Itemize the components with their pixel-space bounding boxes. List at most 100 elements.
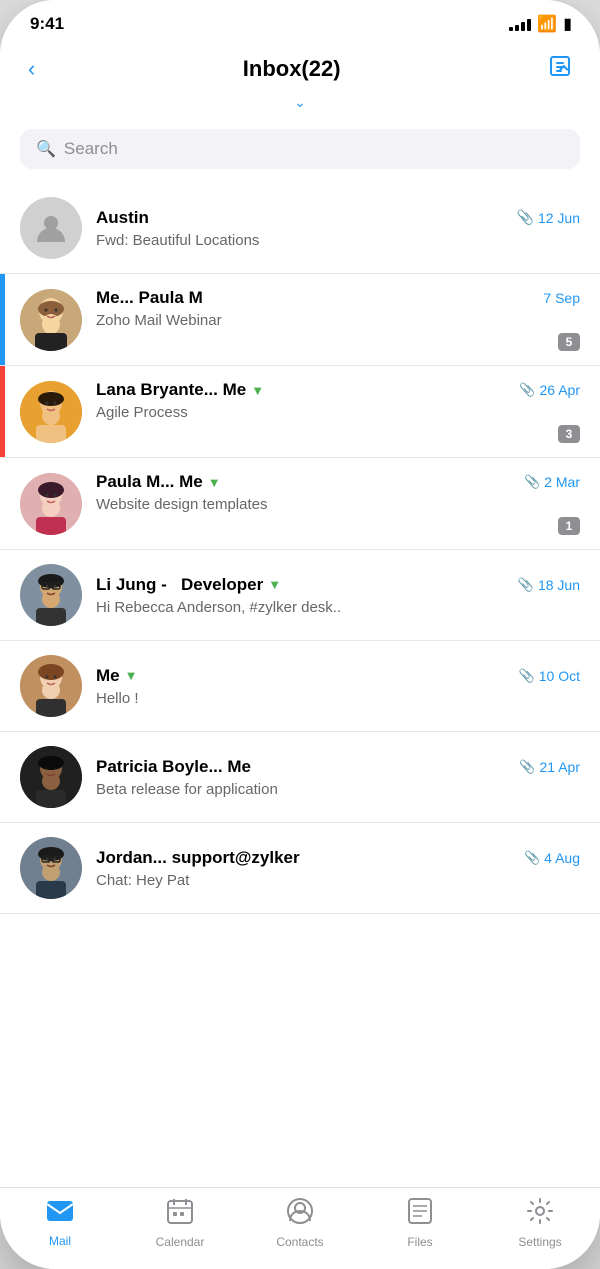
paperclip-icon: 📎	[519, 759, 535, 775]
avatar	[20, 564, 82, 626]
email-subject: Zoho Mail Webinar	[96, 312, 580, 329]
email-sender: Jordan... support@zylker	[96, 848, 300, 868]
avatar	[20, 197, 82, 259]
nav-item-files[interactable]: Files	[360, 1198, 480, 1249]
message-count-badge: 5	[558, 333, 580, 351]
email-top: Patricia Boyle... Me 📎 21 Apr	[96, 757, 580, 777]
paperclip-icon: 📎	[518, 577, 534, 593]
email-content: Paula M... Me ▼ 📎 2 Mar Website design t…	[96, 472, 580, 535]
status-bar: 9:41 📶 ▮	[0, 0, 600, 42]
email-top: Jordan... support@zylker 📎 4 Aug	[96, 848, 580, 868]
email-subject: Hello !	[96, 690, 580, 707]
paperclip-icon: 📎	[519, 382, 535, 398]
header-chevron[interactable]: ⌄	[0, 92, 600, 119]
email-content: Me... Paula M 7 Sep Zoho Mail Webinar 5	[96, 288, 580, 351]
calendar-icon	[167, 1198, 193, 1231]
flag-icon: ▼	[268, 577, 281, 592]
nav-item-mail[interactable]: Mail	[0, 1199, 120, 1248]
email-list: Austin 📎 12 Jun Fwd: Beautiful Locations	[0, 183, 600, 1187]
nav-label-contacts: Contacts	[276, 1235, 323, 1249]
list-item[interactable]: Austin 📎 12 Jun Fwd: Beautiful Locations	[0, 183, 600, 274]
email-date: 📎 26 Apr	[519, 382, 580, 398]
message-count-badge: 3	[558, 425, 580, 443]
list-item[interactable]: Patricia Boyle... Me 📎 21 Apr Beta relea…	[0, 732, 600, 823]
email-sender: Patricia Boyle... Me	[96, 757, 251, 777]
compose-button[interactable]	[544, 50, 576, 88]
settings-icon	[527, 1198, 553, 1231]
nav-label-files: Files	[407, 1235, 432, 1249]
email-sender: Li Jung - Developer ▼	[96, 575, 281, 595]
email-content: Austin 📎 12 Jun Fwd: Beautiful Locations	[96, 208, 580, 249]
email-date: 7 Sep	[543, 290, 580, 306]
email-date: 📎 10 Oct	[519, 668, 580, 684]
unread-indicator	[0, 366, 5, 457]
search-bar[interactable]: 🔍 Search	[20, 129, 580, 169]
paperclip-icon: 📎	[524, 474, 540, 490]
email-sender: Paula M... Me ▼	[96, 472, 221, 492]
phone-frame: 9:41 📶 ▮ ‹ Inbox(22) ⌄	[0, 0, 600, 1269]
chevron-down-icon: ⌄	[294, 94, 306, 111]
battery-icon: ▮	[563, 14, 570, 34]
paperclip-icon: 📎	[517, 209, 534, 226]
email-sender: Lana Bryante... Me ▼	[96, 380, 264, 400]
list-item[interactable]: Paula M... Me ▼ 📎 2 Mar Website design t…	[0, 458, 600, 550]
avatar	[20, 837, 82, 899]
email-date: 📎 12 Jun	[517, 209, 580, 226]
list-item[interactable]: Me... Paula M 7 Sep Zoho Mail Webinar 5	[0, 274, 600, 366]
nav-label-mail: Mail	[49, 1234, 71, 1248]
email-subject: Agile Process	[96, 404, 580, 421]
email-subject: Chat: Hey Pat	[96, 872, 580, 889]
header: ‹ Inbox(22)	[0, 42, 600, 92]
email-subject: Hi Rebecca Anderson, #zylker desk..	[96, 599, 580, 616]
paperclip-icon: 📎	[519, 668, 535, 684]
avatar	[20, 289, 82, 351]
bottom-nav: Mail Calendar	[0, 1187, 600, 1269]
email-subject: Beta release for application	[96, 781, 580, 798]
flag-icon: ▼	[125, 668, 138, 683]
email-date: 📎 21 Apr	[519, 759, 580, 775]
email-content: Me ▼ 📎 10 Oct Hello !	[96, 666, 580, 707]
message-count-badge: 1	[558, 517, 580, 535]
email-sender: Austin	[96, 208, 149, 228]
nav-label-calendar: Calendar	[156, 1235, 205, 1249]
avatar	[20, 655, 82, 717]
nav-item-settings[interactable]: Settings	[480, 1198, 600, 1249]
email-subject: Website design templates	[96, 496, 580, 513]
avatar	[20, 473, 82, 535]
avatar	[20, 381, 82, 443]
email-bottom: 1	[96, 517, 580, 535]
nav-item-contacts[interactable]: Contacts	[240, 1198, 360, 1249]
email-date: 📎 18 Jun	[518, 577, 580, 593]
email-content: Li Jung - Developer ▼ 📎 18 Jun Hi Rebecc…	[96, 575, 580, 616]
unread-indicator	[0, 274, 5, 365]
search-input[interactable]: Search	[64, 139, 118, 159]
email-top: Li Jung - Developer ▼ 📎 18 Jun	[96, 575, 580, 595]
search-container: 🔍 Search	[0, 119, 600, 183]
email-content: Jordan... support@zylker 📎 4 Aug Chat: H…	[96, 848, 580, 889]
email-date: 📎 4 Aug	[524, 850, 580, 866]
email-top: Paula M... Me ▼ 📎 2 Mar	[96, 472, 580, 492]
email-subject: Fwd: Beautiful Locations	[96, 232, 580, 249]
list-item[interactable]: Lana Bryante... Me ▼ 📎 26 Apr Agile Proc…	[0, 366, 600, 458]
list-item[interactable]: Li Jung - Developer ▼ 📎 18 Jun Hi Rebecc…	[0, 550, 600, 641]
back-button[interactable]: ‹	[24, 52, 39, 86]
flag-icon: ▼	[251, 383, 264, 398]
nav-item-calendar[interactable]: Calendar	[120, 1198, 240, 1249]
list-item[interactable]: Me ▼ 📎 10 Oct Hello !	[0, 641, 600, 732]
avatar	[20, 746, 82, 808]
email-content: Patricia Boyle... Me 📎 21 Apr Beta relea…	[96, 757, 580, 798]
email-content: Lana Bryante... Me ▼ 📎 26 Apr Agile Proc…	[96, 380, 580, 443]
nav-label-settings: Settings	[518, 1235, 561, 1249]
mail-icon	[46, 1199, 74, 1230]
status-icons: 📶 ▮	[509, 14, 570, 34]
email-top: Me... Paula M 7 Sep	[96, 288, 580, 308]
list-item[interactable]: Jordan... support@zylker 📎 4 Aug Chat: H…	[0, 823, 600, 914]
email-top: Austin 📎 12 Jun	[96, 208, 580, 228]
email-sender: Me ▼	[96, 666, 138, 686]
files-icon	[408, 1198, 432, 1231]
flag-icon: ▼	[208, 475, 221, 490]
inbox-title: Inbox(22)	[243, 56, 341, 82]
email-bottom: 3	[96, 425, 580, 443]
email-bottom: 5	[96, 333, 580, 351]
search-icon: 🔍	[36, 139, 56, 159]
